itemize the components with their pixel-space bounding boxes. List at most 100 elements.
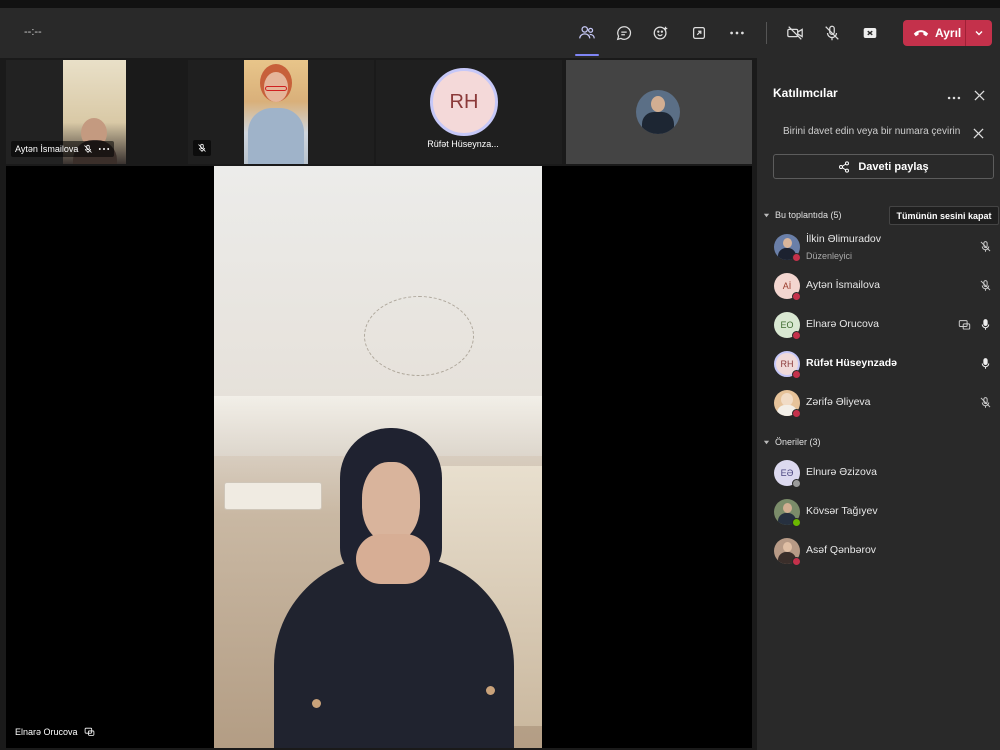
avatar [636,90,680,134]
participant-video [244,60,308,164]
presence-busy-icon [792,370,801,379]
participant-tile-2[interactable] [188,60,374,164]
share-invite-label: Daveti paylaş [858,160,929,173]
suggested-participant-row[interactable]: EƏ Elnurə Əzizova [757,456,1000,492]
presence-offline-icon [792,479,801,488]
people-button[interactable] [574,20,600,46]
mic-off-icon [84,144,93,153]
presence-available-icon [792,518,801,527]
avatar-initials: RH [449,90,479,113]
participant-row[interactable]: EO Elnarə Orucova [757,308,1000,344]
participant-name: Asəf Qənbərov [806,544,877,556]
presence-busy-icon [792,409,801,418]
phone-hangup-icon [913,30,929,37]
leave-label: Ayrıl [935,26,962,40]
share-screen-button[interactable] [686,20,712,46]
video-stage: Aytən İsmailova RH Rüfət Hüseynza... Eln… [0,58,756,750]
mic-off-icon [980,280,991,291]
participant-tile-rufat[interactable]: RH Rüfət Hüseynza... [376,60,562,164]
caret-down-icon [763,440,770,444]
mic-off-icon [980,397,991,408]
participant-row[interactable]: Aİ Aytən İsmailova [757,269,1000,305]
share-icon [839,160,850,173]
meeting-timer: --:-- [24,26,42,38]
mic-off-icon [198,143,206,152]
participant-row[interactable]: Zərifə Əliyeva [757,386,1000,422]
participant-name: İlkin Əlimuradov [806,233,882,245]
participant-sharing-status [958,318,971,336]
reactions-icon [653,26,668,40]
share-screen-icon [692,26,706,40]
participant-name-label: Aytən İsmailova [11,141,115,157]
presence-busy-icon [792,557,801,566]
avatar: RH [430,68,498,136]
participant-name: Kövsər Tağıyev [806,505,878,517]
participant-name: Elnarə Orucova [806,318,879,330]
suggestions-heading: Öneriler (3) [775,437,821,447]
share-tray-button[interactable] [857,20,883,46]
participant-row[interactable]: RH Rüfət Hüseynzadə [757,347,1000,383]
leave-options-button[interactable] [966,28,992,38]
close-icon [974,90,985,101]
more-actions-button[interactable] [724,20,750,46]
mute-all-button[interactable]: Tümünün sesini kapat [889,206,999,225]
panel-close-button[interactable] [974,88,985,106]
speaker-name-label: Elnarə Orucova [15,726,95,737]
more-icon[interactable] [98,144,110,154]
close-icon [973,128,984,139]
chat-button[interactable] [611,20,637,46]
participant-row[interactable]: İlkin Əlimuradov Düzenleyici [757,230,1000,266]
participant-role: Düzenleyici [806,251,853,261]
share-content-icon [958,320,971,330]
meeting-toolbar: --:-- Ayrıl [0,8,1000,58]
main-video[interactable]: Elnarə Orucova [6,166,752,748]
caret-down-icon [763,213,770,217]
participant-tile-aytan[interactable]: Aytən İsmailova [6,60,126,164]
participant-mic-status [979,240,992,258]
leave-main-button[interactable]: Ayrıl [903,20,965,46]
presence-busy-icon [792,292,801,301]
participant-tile-4[interactable] [566,60,752,164]
participant-name: Rüfət Hüseynzadə [806,357,898,369]
participant-mic-status [979,357,992,375]
participant-name: Elnurə Əzizova [806,466,877,478]
thumbnail-row: Aytən İsmailova RH Rüfət Hüseynza... [0,58,756,166]
in-meeting-section-toggle[interactable]: Bu toplantıda (5) [763,210,842,220]
panel-more-button[interactable] [947,88,961,106]
muted-indicator [193,140,211,156]
chevron-down-icon [975,31,983,36]
share-invite-button[interactable]: Daveti paylaş [773,154,994,179]
camera-toggle-button[interactable] [782,20,808,46]
mic-toggle-button[interactable] [819,20,845,46]
presence-busy-icon [792,253,801,262]
participant-mic-status [979,318,992,336]
camera-off-icon [787,26,803,40]
more-icon [947,96,961,100]
panel-title: Katılımcılar [773,86,838,100]
in-meeting-heading: Bu toplantıda (5) [775,210,842,220]
suggestions-section-toggle[interactable]: Öneriler (3) [763,437,821,447]
leave-button[interactable]: Ayrıl [903,20,992,46]
suggested-participant-row[interactable]: Kövsər Tağıyev [757,495,1000,531]
people-active-indicator [575,54,599,56]
mic-icon [981,319,990,330]
chat-icon [616,26,632,41]
participant-name: Aytən İsmailova [806,279,880,291]
reactions-button[interactable] [648,20,674,46]
participant-mic-status [979,279,992,297]
suggested-participant-row[interactable]: Asəf Qənbərov [757,534,1000,570]
participant-name-label: Rüfət Hüseynza... [427,139,499,149]
title-strip [0,0,1000,8]
invite-search-input[interactable]: Birini davet edin veya bir numara çeviri… [783,126,967,137]
participant-mic-status [979,396,992,414]
invite-clear-button[interactable] [973,126,984,144]
presence-busy-icon [792,331,801,340]
mic-off-icon [825,25,839,41]
share-tray-icon [863,28,877,38]
mic-off-icon [980,241,991,252]
speaker-video [214,166,542,748]
mic-icon [981,358,990,369]
participants-panel: Katılımcılar Birini davet edin veya bir … [756,58,1000,750]
toolbar-divider [766,22,767,44]
people-icon [579,26,595,39]
